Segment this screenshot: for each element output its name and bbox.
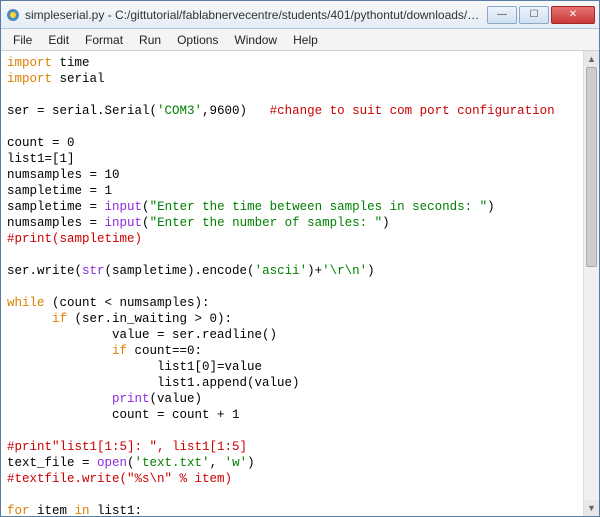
code-token: ) bbox=[487, 200, 495, 214]
idle-window: simpleserial.py - C:/gittutorial/fablabn… bbox=[0, 0, 600, 517]
editor-wrap: import time import serial ser = serial.S… bbox=[1, 51, 599, 516]
code-token: if bbox=[112, 344, 127, 358]
code-token: import bbox=[7, 72, 52, 86]
code-token: sampletime = 1 bbox=[7, 184, 112, 198]
scroll-up-arrow-icon[interactable]: ▲ bbox=[584, 51, 599, 67]
code-token: item bbox=[30, 504, 75, 516]
code-token: for bbox=[7, 504, 30, 516]
code-token: ,9600) bbox=[202, 104, 270, 118]
close-button[interactable]: ✕ bbox=[551, 6, 595, 24]
vertical-scrollbar[interactable]: ▲ ▼ bbox=[583, 51, 599, 516]
code-token: import bbox=[7, 56, 52, 70]
minimize-button[interactable]: — bbox=[487, 6, 517, 24]
menu-edit[interactable]: Edit bbox=[40, 31, 77, 49]
code-token: ) bbox=[247, 456, 255, 470]
code-token: #textfile.write("%s\n" % item) bbox=[7, 472, 232, 486]
code-token: count = count + 1 bbox=[7, 408, 240, 422]
code-token: list1[0]=value bbox=[7, 360, 262, 374]
code-token: sampletime = bbox=[7, 200, 105, 214]
code-token: (value) bbox=[150, 392, 203, 406]
code-token: numsamples = 10 bbox=[7, 168, 120, 182]
code-token: list1=[1] bbox=[7, 152, 75, 166]
code-token: value = ser.readline() bbox=[7, 328, 277, 342]
code-token: , bbox=[210, 456, 225, 470]
code-token: "Enter the time between samples in secon… bbox=[150, 200, 488, 214]
code-token: (ser.in_waiting > 0): bbox=[67, 312, 232, 326]
code-token: )+ bbox=[307, 264, 322, 278]
titlebar[interactable]: simpleserial.py - C:/gittutorial/fablabn… bbox=[1, 1, 599, 29]
code-token: while bbox=[7, 296, 45, 310]
code-token: '\r\n' bbox=[322, 264, 367, 278]
code-token bbox=[7, 392, 112, 406]
code-token: time bbox=[52, 56, 90, 70]
menu-format[interactable]: Format bbox=[77, 31, 131, 49]
window-title: simpleserial.py - C:/gittutorial/fablabn… bbox=[25, 8, 485, 22]
python-idle-icon bbox=[5, 7, 21, 23]
code-token: 'COM3' bbox=[157, 104, 202, 118]
code-token: count==0: bbox=[127, 344, 202, 358]
code-token: list1.append(value) bbox=[7, 376, 300, 390]
code-token: ( bbox=[142, 216, 150, 230]
code-token: 'w' bbox=[225, 456, 248, 470]
code-token: "Enter the number of samples: " bbox=[150, 216, 383, 230]
code-token: #print"list1[1:5]: ", list1[1:5] bbox=[7, 440, 247, 454]
code-token bbox=[7, 344, 112, 358]
menu-run[interactable]: Run bbox=[131, 31, 169, 49]
maximize-button[interactable]: ☐ bbox=[519, 6, 549, 24]
code-token: text_file = bbox=[7, 456, 97, 470]
scroll-down-arrow-icon[interactable]: ▼ bbox=[584, 500, 599, 516]
code-token: numsamples = bbox=[7, 216, 105, 230]
code-token: (sampletime).encode( bbox=[105, 264, 255, 278]
code-token: ) bbox=[367, 264, 375, 278]
menubar: File Edit Format Run Options Window Help bbox=[1, 29, 599, 51]
code-token: ( bbox=[142, 200, 150, 214]
code-token: ( bbox=[127, 456, 135, 470]
code-token: #change to suit com port configuration bbox=[270, 104, 555, 118]
menu-options[interactable]: Options bbox=[169, 31, 226, 49]
code-token: (count < numsamples): bbox=[45, 296, 210, 310]
code-token: in bbox=[75, 504, 90, 516]
code-token: ser = serial.Serial( bbox=[7, 104, 157, 118]
code-editor[interactable]: import time import serial ser = serial.S… bbox=[1, 51, 583, 516]
menu-window[interactable]: Window bbox=[226, 31, 285, 49]
menu-file[interactable]: File bbox=[5, 31, 40, 49]
code-token: serial bbox=[52, 72, 105, 86]
code-token: 'text.txt' bbox=[135, 456, 210, 470]
code-token: print bbox=[112, 392, 150, 406]
code-token: 'ascii' bbox=[255, 264, 308, 278]
code-token: ser.write( bbox=[7, 264, 82, 278]
code-token: open bbox=[97, 456, 127, 470]
code-token: count = 0 bbox=[7, 136, 75, 150]
code-token: input bbox=[105, 216, 143, 230]
code-token: str bbox=[82, 264, 105, 278]
code-token: if bbox=[52, 312, 67, 326]
window-controls: — ☐ ✕ bbox=[485, 6, 595, 24]
menu-help[interactable]: Help bbox=[285, 31, 326, 49]
code-token: list1: bbox=[90, 504, 143, 516]
code-token: input bbox=[105, 200, 143, 214]
scroll-thumb[interactable] bbox=[586, 67, 597, 267]
code-token: #print(sampletime) bbox=[7, 232, 142, 246]
code-token bbox=[7, 312, 52, 326]
code-token: ) bbox=[382, 216, 390, 230]
